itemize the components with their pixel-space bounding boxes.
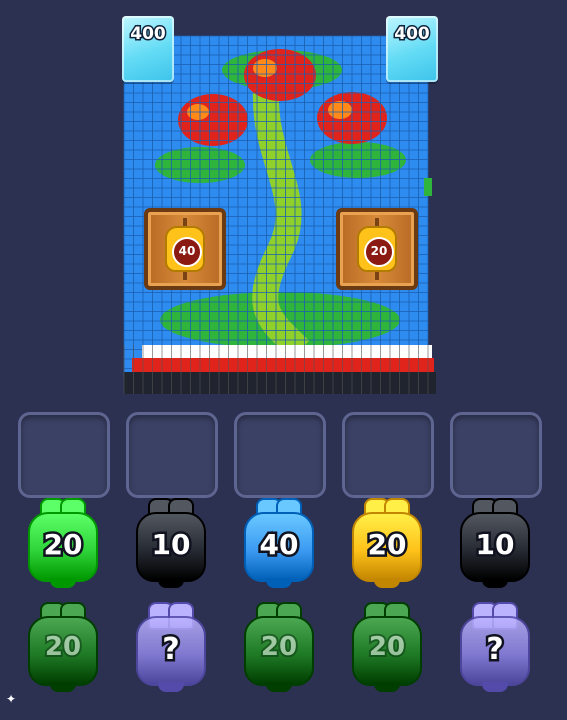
jar-count: ?: [160, 630, 182, 670]
jar-count: 10: [473, 526, 517, 564]
jar-black[interactable]: 10: [136, 498, 206, 588]
pot-rim: [142, 345, 432, 359]
queued-jar-dark-green: 20: [352, 602, 422, 692]
locked-crate-left: 40: [144, 208, 226, 290]
queued-jar-dark-green: 20: [244, 602, 314, 692]
jar-foot: [158, 578, 184, 588]
collector-slot-5[interactable]: [450, 412, 542, 498]
jar-foot: [50, 578, 76, 588]
jar-foot: [482, 578, 508, 588]
jar-count: 20: [259, 630, 299, 664]
locked-crate-right: 20: [336, 208, 418, 290]
collector-slot-3[interactable]: [234, 412, 326, 498]
collector-slot-4[interactable]: [342, 412, 434, 498]
jar-count: 20: [365, 526, 409, 564]
collector-slot-2[interactable]: [126, 412, 218, 498]
pot-base: [124, 372, 436, 394]
ice-block-right-label: 400: [393, 23, 432, 46]
jar-foot: [266, 578, 292, 588]
board-edge-nub: [424, 178, 432, 196]
jar-foot: [374, 578, 400, 588]
jar-count: 20: [41, 526, 85, 564]
queued-jar-dark-green: 20: [28, 602, 98, 692]
jar-foot: [158, 682, 184, 692]
jar-foot: [374, 682, 400, 692]
pixel-art-board: [123, 35, 436, 394]
jar-foot: [266, 682, 292, 692]
jar-count: ?: [484, 630, 506, 670]
fruit-left: [178, 94, 248, 146]
jar-black[interactable]: 10: [460, 498, 530, 588]
crate-right-count: 20: [364, 237, 394, 267]
jar-foot: [50, 682, 76, 692]
jar-green[interactable]: 20: [28, 498, 98, 588]
jar-foot: [482, 682, 508, 692]
crate-left-count: 40: [172, 237, 202, 267]
jar-count: 20: [367, 630, 407, 664]
leaf-right: [310, 142, 406, 178]
collector-slot-1[interactable]: [18, 412, 110, 498]
jar-blue[interactable]: 40: [244, 498, 314, 588]
fruit-right-shine: [328, 101, 352, 119]
queued-jar-mystery: ?: [460, 602, 530, 692]
jar-yellow[interactable]: 20: [352, 498, 422, 588]
sparkle-icon: ✦: [6, 692, 17, 706]
jar-count: 10: [149, 526, 193, 564]
jar-count: 20: [43, 630, 83, 664]
ice-block-left-label: 400: [129, 23, 168, 46]
jar-count: 40: [257, 526, 301, 564]
queued-jar-mystery: ?: [136, 602, 206, 692]
pot-body: [132, 358, 434, 372]
